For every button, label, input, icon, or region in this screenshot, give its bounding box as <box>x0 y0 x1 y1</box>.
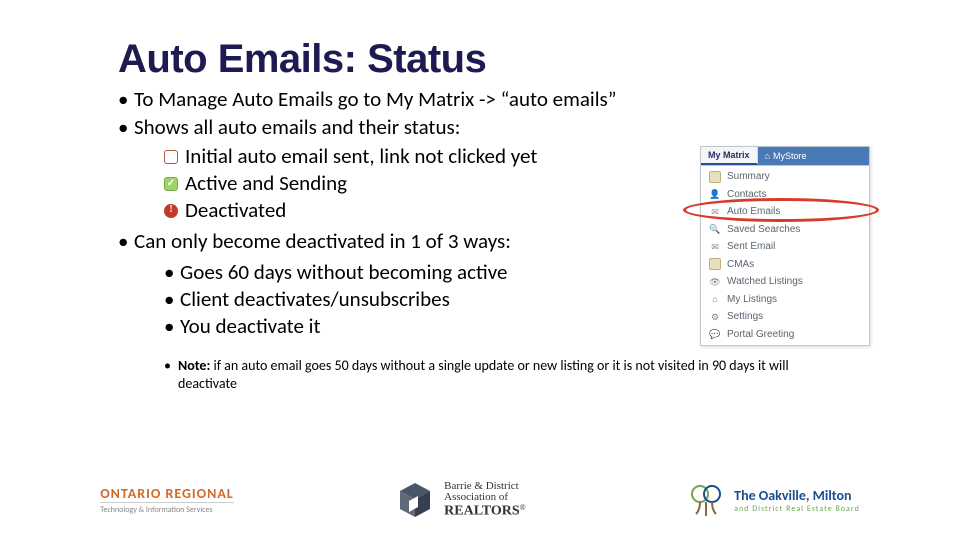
menu-item-portal-greeting[interactable]: 💬 Portal Greeting <box>701 326 869 344</box>
menu-item-cmas[interactable]: CMAs <box>701 256 869 274</box>
logo-oakville-sub: and District Real Estate Board <box>734 504 860 514</box>
status-active-icon: ✓ <box>164 177 178 191</box>
bullet-deactivated-text: Can only become deactivated in 1 of 3 wa… <box>134 228 511 254</box>
contacts-icon: 👤 <box>709 188 721 200</box>
bullet-shows-text: Shows all auto emails and their status: <box>134 114 460 140</box>
portal-greeting-icon: 💬 <box>709 328 721 340</box>
menu-item-portal-greeting-label: Portal Greeting <box>727 328 794 342</box>
note-text: if an auto email goes 50 days without a … <box>178 357 789 392</box>
tab-my-store[interactable]: ⌂ MyStore <box>758 147 869 165</box>
tab-my-store-label: MyStore <box>773 151 807 161</box>
logo-oakville-milton: The Oakville, Milton and District Real E… <box>686 480 860 520</box>
summary-icon <box>709 171 721 183</box>
status-initial-text: Initial auto email sent, link not clicke… <box>185 143 537 170</box>
note-bullet: Note: if an auto email goes 50 days with… <box>164 357 844 393</box>
logo-oakville-main: The Oakville, Milton <box>734 487 860 504</box>
status-open-icon <box>164 150 178 164</box>
logo-ontario-word1: ONTARIO <box>100 485 165 502</box>
menu-item-cmas-label: CMAs <box>727 258 754 272</box>
bullet-manage: To Manage Auto Emails go to My Matrix ->… <box>118 86 880 114</box>
my-matrix-menu: My Matrix ⌂ MyStore Summary 👤 Contacts ✉… <box>700 146 870 346</box>
menu-item-contacts[interactable]: 👤 Contacts <box>701 186 869 204</box>
menu-item-contacts-label: Contacts <box>727 188 766 202</box>
menu-item-auto-emails[interactable]: ✉ Auto Emails <box>701 203 869 221</box>
tab-my-matrix[interactable]: My Matrix <box>701 147 758 165</box>
menu-item-watched-label: Watched Listings <box>727 275 803 289</box>
status-active-text: Active and Sending <box>185 170 347 197</box>
saved-searches-icon: 🔍 <box>709 223 721 235</box>
realtors-cube-icon <box>394 479 436 521</box>
menu-item-watched[interactable]: 👁 Watched Listings <box>701 273 869 291</box>
store-icon: ⌂ <box>765 151 770 161</box>
logo-ontario-regional: ONTARIO REGIONAL Technology & Informatio… <box>100 485 234 515</box>
sent-email-icon: ✉ <box>709 241 721 253</box>
note-label: Note: <box>178 357 210 374</box>
my-listings-icon: ⌂ <box>709 293 721 305</box>
logo-ontario-sub: Technology & Information Services <box>100 502 234 515</box>
footer-logos: ONTARIO REGIONAL Technology & Informatio… <box>0 476 960 524</box>
status-deactivated-icon: ! <box>164 204 178 218</box>
menu-item-sent-email[interactable]: ✉ Sent Email <box>701 238 869 256</box>
watched-icon: 👁 <box>709 276 721 288</box>
settings-icon: ⚙ <box>709 311 721 323</box>
menu-item-auto-emails-label: Auto Emails <box>727 205 780 219</box>
menu-tabs: My Matrix ⌂ MyStore <box>701 147 869 166</box>
menu-item-my-listings-label: My Listings <box>727 293 777 307</box>
logo-barrie-line3: REALTORS <box>444 504 519 519</box>
menu-item-my-listings[interactable]: ⌂ My Listings <box>701 291 869 309</box>
menu-item-settings-label: Settings <box>727 310 763 324</box>
logo-barrie-line2: Association of <box>444 492 526 504</box>
slide-title: Auto Emails: Status <box>118 38 880 80</box>
menu-item-saved-searches[interactable]: 🔍 Saved Searches <box>701 221 869 239</box>
auto-emails-icon: ✉ <box>709 206 721 218</box>
logo-barrie-reg: ® <box>520 503 526 512</box>
menu-item-settings[interactable]: ⚙ Settings <box>701 308 869 326</box>
menu-item-saved-searches-label: Saved Searches <box>727 223 800 237</box>
logo-ontario-word2: REGIONAL <box>165 485 233 502</box>
menu-item-summary-label: Summary <box>727 170 770 184</box>
status-deactivated-text: Deactivated <box>185 197 286 224</box>
menu-item-summary[interactable]: Summary <box>701 168 869 186</box>
cmas-icon <box>709 258 721 270</box>
menu-item-sent-email-label: Sent Email <box>727 240 775 254</box>
oakville-tree-icon <box>686 480 726 520</box>
logo-barrie-realtors: Barrie & District Association of REALTOR… <box>394 479 526 521</box>
